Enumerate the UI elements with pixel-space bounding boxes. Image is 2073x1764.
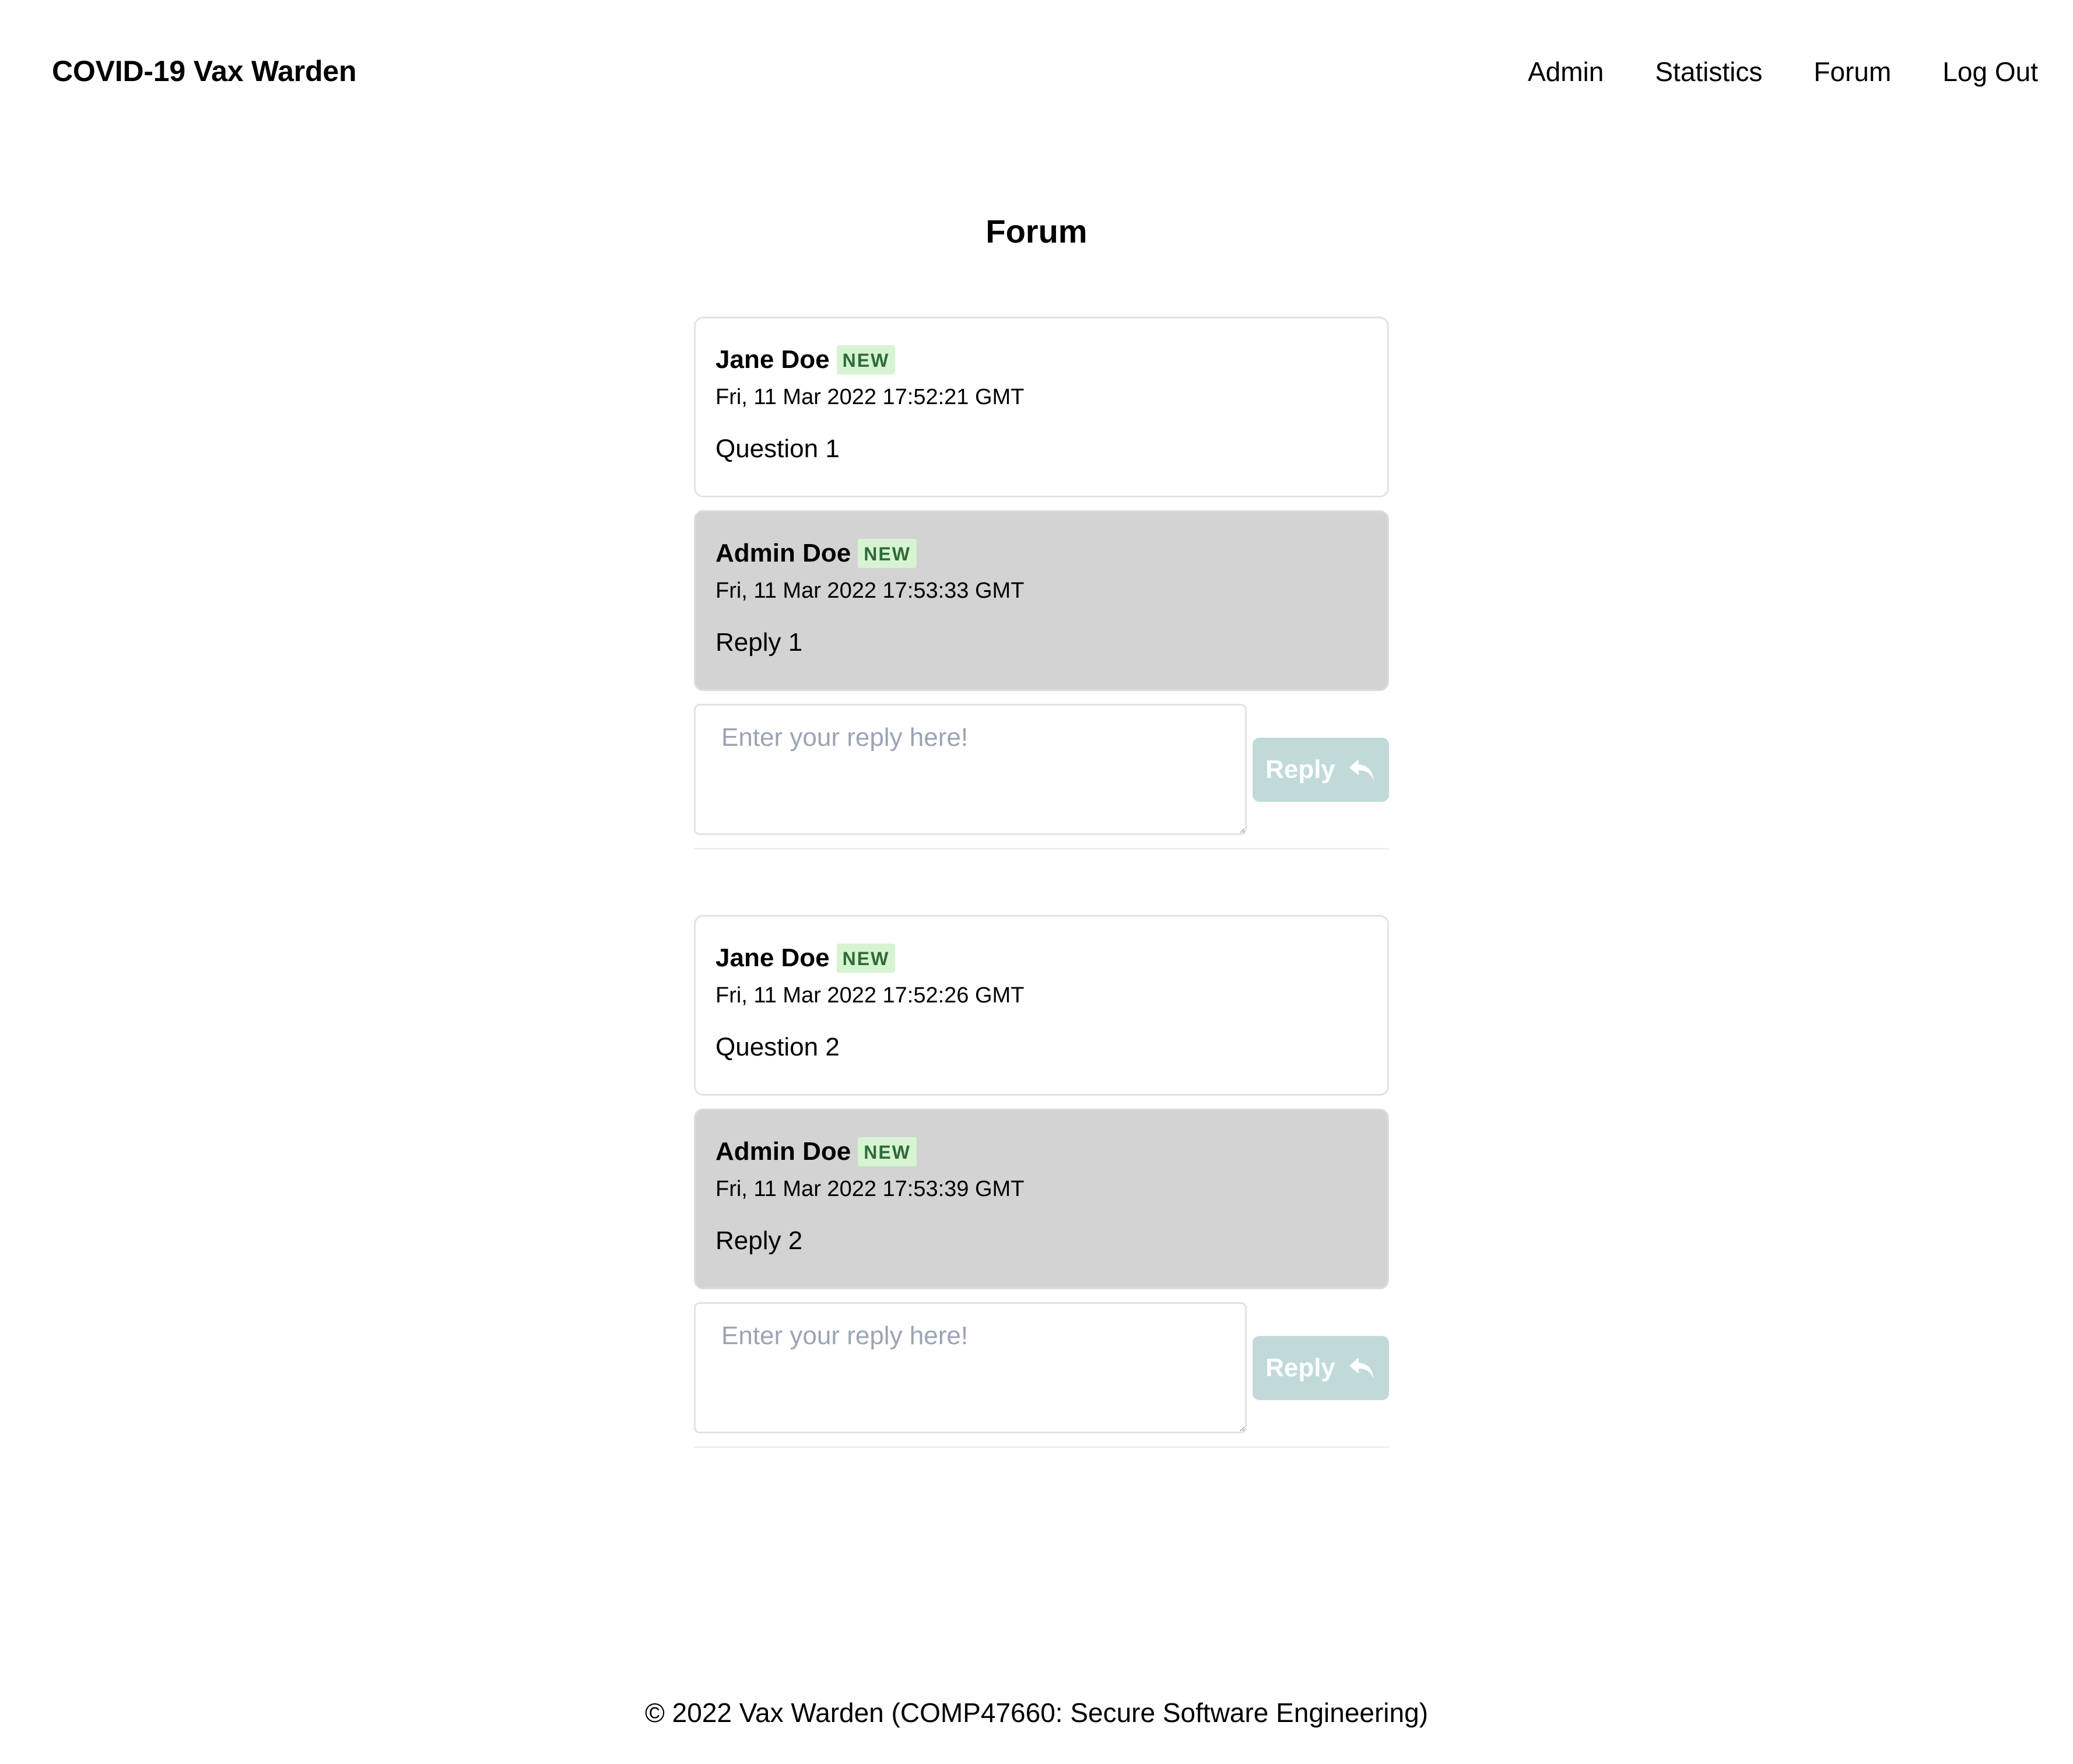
new-badge: NEW xyxy=(858,539,917,568)
new-badge: NEW xyxy=(836,345,896,374)
thread-list: Jane Doe NEW Fri, 11 Mar 2022 17:52:21 G… xyxy=(694,317,1389,1513)
thread: Jane Doe NEW Fri, 11 Mar 2022 17:52:26 G… xyxy=(694,915,1389,1448)
reply-button-label: Reply xyxy=(1265,1353,1335,1382)
post-body: Question 2 xyxy=(715,1033,840,1061)
reply-input[interactable] xyxy=(694,704,1247,835)
post-body: Question 1 xyxy=(715,434,840,463)
new-badge: NEW xyxy=(858,1137,917,1166)
page-title: Forum xyxy=(985,213,1088,250)
brand-title[interactable]: COVID-19 Vax Warden xyxy=(52,54,357,88)
reply-button[interactable]: Reply xyxy=(1253,737,1389,802)
post-body: Reply 2 xyxy=(715,1226,803,1255)
reply-arrow-icon xyxy=(1349,759,1374,780)
post-date: Fri, 11 Mar 2022 17:52:26 GMT xyxy=(715,983,1025,1008)
post-author: Admin Doe xyxy=(715,539,851,567)
post-header: Admin Doe NEW xyxy=(715,536,1367,570)
post-body: Reply 1 xyxy=(715,628,803,657)
nav-admin[interactable]: Admin xyxy=(1528,56,1604,87)
nav-statistics[interactable]: Statistics xyxy=(1655,56,1762,87)
reply-form: Reply xyxy=(694,1302,1389,1433)
reply-input[interactable] xyxy=(694,1302,1247,1433)
reply-button[interactable]: Reply xyxy=(1253,1335,1389,1400)
forum-page: COVID-19 Vax Warden Admin Statistics For… xyxy=(0,0,2073,1764)
reply-arrow-icon xyxy=(1349,1357,1374,1379)
footer-copyright: © 2022 Vax Warden (COMP47660: Secure Sof… xyxy=(644,1698,1429,1728)
reply-card: Admin Doe NEW Fri, 11 Mar 2022 17:53:33 … xyxy=(694,510,1389,691)
new-badge: NEW xyxy=(836,944,896,973)
reply-form: Reply xyxy=(694,704,1389,835)
nav-log-out[interactable]: Log Out xyxy=(1942,56,2038,87)
post-header: Admin Doe NEW xyxy=(715,1135,1367,1169)
post-author: Jane Doe xyxy=(715,345,830,374)
post-date: Fri, 11 Mar 2022 17:53:39 GMT xyxy=(715,1177,1025,1201)
post-header: Jane Doe NEW xyxy=(715,941,1367,975)
post-date: Fri, 11 Mar 2022 17:52:21 GMT xyxy=(715,385,1025,409)
post-author: Jane Doe xyxy=(715,944,830,972)
post-author: Admin Doe xyxy=(715,1137,851,1166)
reply-card: Admin Doe NEW Fri, 11 Mar 2022 17:53:39 … xyxy=(694,1109,1389,1289)
top-nav: Admin Statistics Forum Log Out xyxy=(1528,56,2038,87)
post-header: Jane Doe NEW xyxy=(715,343,1367,377)
question-card: Jane Doe NEW Fri, 11 Mar 2022 17:52:26 G… xyxy=(694,915,1389,1096)
nav-forum[interactable]: Forum xyxy=(1814,56,1891,87)
post-date: Fri, 11 Mar 2022 17:53:33 GMT xyxy=(715,578,1025,603)
reply-button-label: Reply xyxy=(1265,755,1335,784)
thread: Jane Doe NEW Fri, 11 Mar 2022 17:52:21 G… xyxy=(694,317,1389,850)
question-card: Jane Doe NEW Fri, 11 Mar 2022 17:52:21 G… xyxy=(694,317,1389,497)
